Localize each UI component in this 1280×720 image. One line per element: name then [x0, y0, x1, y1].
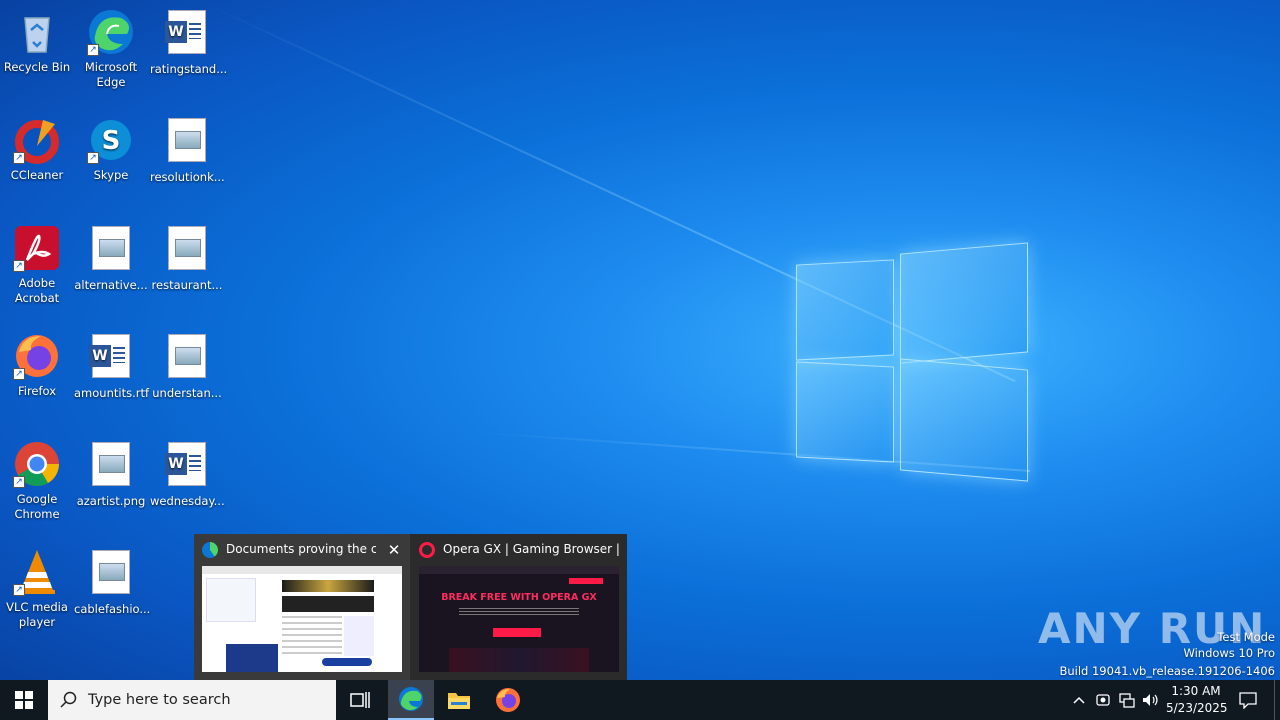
thumbnail-preview	[202, 566, 402, 672]
desktop-icon-label: Firefox	[17, 384, 57, 398]
tray-app-icon[interactable]	[1092, 680, 1114, 720]
clock-time: 1:30 AM	[1171, 684, 1221, 698]
ccleaner-icon: ↗	[13, 116, 61, 164]
volume-button[interactable]	[1140, 680, 1162, 720]
desktop-icon-label: cablefashio...	[74, 602, 151, 616]
desktop-icon-label: understan...	[152, 386, 222, 400]
task-view-button[interactable]	[336, 680, 384, 720]
edge-icon	[399, 687, 423, 711]
acrobat-icon: ↗	[13, 224, 61, 272]
taskbar-search-box[interactable]: Type here to search	[48, 680, 336, 720]
desktop-icon-understan[interactable]: understan...	[150, 332, 224, 401]
thumbnail-preview: BREAK FREE WITH OPERA GX	[419, 566, 619, 672]
taskbar-file-explorer-button[interactable]	[436, 680, 482, 720]
windows-edition-text: Windows 10 Pro	[1183, 646, 1275, 660]
image-file-icon	[87, 442, 135, 490]
taskbar: Type here to search 1:30 AM 5/23/2025	[0, 680, 1280, 720]
network-button[interactable]	[1116, 680, 1138, 720]
desktop-icon-ratingstand[interactable]: W ratingstand...	[150, 8, 228, 77]
taskbar-firefox-button[interactable]	[485, 680, 531, 720]
edge-icon: ↗	[87, 8, 135, 56]
show-desktop-button[interactable]	[1274, 680, 1280, 720]
desktop-icon-adobe-acrobat[interactable]: ↗ Adobe Acrobat	[0, 224, 74, 306]
desktop-icon-label: wednesday...	[150, 494, 225, 508]
desktop-icon-vlc[interactable]: ↗ VLC media player	[0, 548, 74, 630]
chrome-icon: ↗	[13, 440, 61, 488]
desktop-icon-google-chrome[interactable]: ↗ Google Chrome	[0, 440, 74, 522]
test-mode-text: Test Mode	[1217, 630, 1275, 644]
desktop-icon-alternative[interactable]: alternative...	[74, 224, 148, 293]
desktop-icon-edge[interactable]: ↗ Microsoft Edge	[74, 8, 148, 90]
desktop-icon-label: amountits.rtf	[74, 386, 150, 400]
folder-icon	[448, 693, 470, 709]
desktop-icon-restaurant[interactable]: restaurant...	[150, 224, 224, 293]
network-icon	[1119, 693, 1135, 708]
taskbar-edge-button[interactable]	[388, 680, 434, 720]
taskbar-thumbnail-popup: Documents proving the c... ✕ Opera GX | …	[194, 534, 627, 680]
desktop-icon-skype[interactable]: S ↗ Skype	[74, 116, 148, 183]
skype-icon: S ↗	[87, 116, 135, 164]
word-doc-icon: W	[163, 442, 211, 490]
thumbnail-edge-window[interactable]: Documents proving the c... ✕	[194, 534, 410, 680]
desktop-icon-label: Adobe Acrobat	[14, 276, 60, 305]
image-file-icon	[87, 226, 135, 274]
desktop-icon-label: VLC media player	[6, 600, 68, 629]
edge-icon	[202, 542, 218, 558]
desktop-icon-amountits[interactable]: W amountits.rtf	[74, 332, 150, 401]
desktop-icon-ccleaner[interactable]: ↗ CCleaner	[0, 116, 74, 183]
desktop-icon-label: Skype	[93, 168, 129, 182]
opera-icon	[419, 542, 435, 558]
search-placeholder: Type here to search	[88, 692, 231, 708]
show-hidden-icons-button[interactable]	[1068, 680, 1090, 720]
notification-icon	[1239, 692, 1257, 709]
close-icon[interactable]: ✕	[384, 540, 404, 560]
desktop-icon-wednesday[interactable]: W wednesday...	[150, 440, 225, 509]
desktop-icon-recycle-bin[interactable]: Recycle Bin	[0, 8, 74, 75]
task-view-icon	[350, 692, 370, 708]
taskbar-clock[interactable]: 1:30 AM 5/23/2025	[1166, 683, 1228, 717]
desktop-icon-resolutionk[interactable]: resolutionk...	[150, 116, 225, 185]
desktop-icon-firefox[interactable]: ↗ Firefox	[0, 332, 74, 399]
desktop-icon-label: resolutionk...	[150, 170, 225, 184]
desktop-icon-label: Google Chrome	[14, 492, 60, 521]
desktop-icon-azartist[interactable]: azartist.png	[74, 440, 148, 509]
word-doc-icon: W	[163, 10, 211, 58]
volume-icon	[1143, 694, 1158, 706]
image-file-icon	[163, 226, 211, 274]
thumbnail-title: Documents proving the c...	[226, 542, 376, 556]
image-file-icon	[163, 334, 211, 382]
word-doc-icon: W	[87, 334, 135, 382]
thumbnail-title: Opera GX | Gaming Browser | O...	[443, 542, 621, 556]
thumbnail-opera-window[interactable]: Opera GX | Gaming Browser | O... BREAK F…	[411, 534, 627, 680]
svg-text:S: S	[102, 126, 121, 156]
firefox-icon	[496, 688, 520, 712]
image-file-icon	[163, 118, 211, 166]
windows-wallpaper-logo	[796, 242, 1028, 482]
desktop-icon-cablefashio[interactable]: cablefashio...	[74, 548, 151, 617]
desktop-icon-label: ratingstand...	[150, 62, 228, 76]
clock-date: 5/23/2025	[1166, 701, 1228, 715]
windows-start-icon	[15, 691, 33, 709]
desktop-icon-label: CCleaner	[10, 168, 64, 182]
chevron-up-icon	[1073, 696, 1085, 704]
desktop-icon-label: Recycle Bin	[3, 60, 71, 74]
opera-preview-heading: BREAK FREE WITH OPERA GX	[441, 592, 597, 603]
start-button[interactable]	[0, 680, 48, 720]
image-file-icon	[87, 550, 135, 598]
action-center-button[interactable]	[1234, 680, 1262, 720]
meet-now-icon	[1096, 694, 1110, 706]
vlc-icon: ↗	[13, 548, 61, 596]
desktop-icon-label: Microsoft Edge	[84, 60, 138, 89]
desktop-icon-label: restaurant...	[151, 278, 223, 292]
firefox-icon: ↗	[13, 332, 61, 380]
desktop-icon-label: azartist.png	[76, 494, 146, 508]
search-icon	[60, 691, 77, 708]
recycle-bin-icon	[13, 8, 61, 56]
build-text: Build 19041.vb_release.191206-1406	[1059, 664, 1275, 678]
desktop-icon-label: alternative...	[74, 278, 148, 292]
